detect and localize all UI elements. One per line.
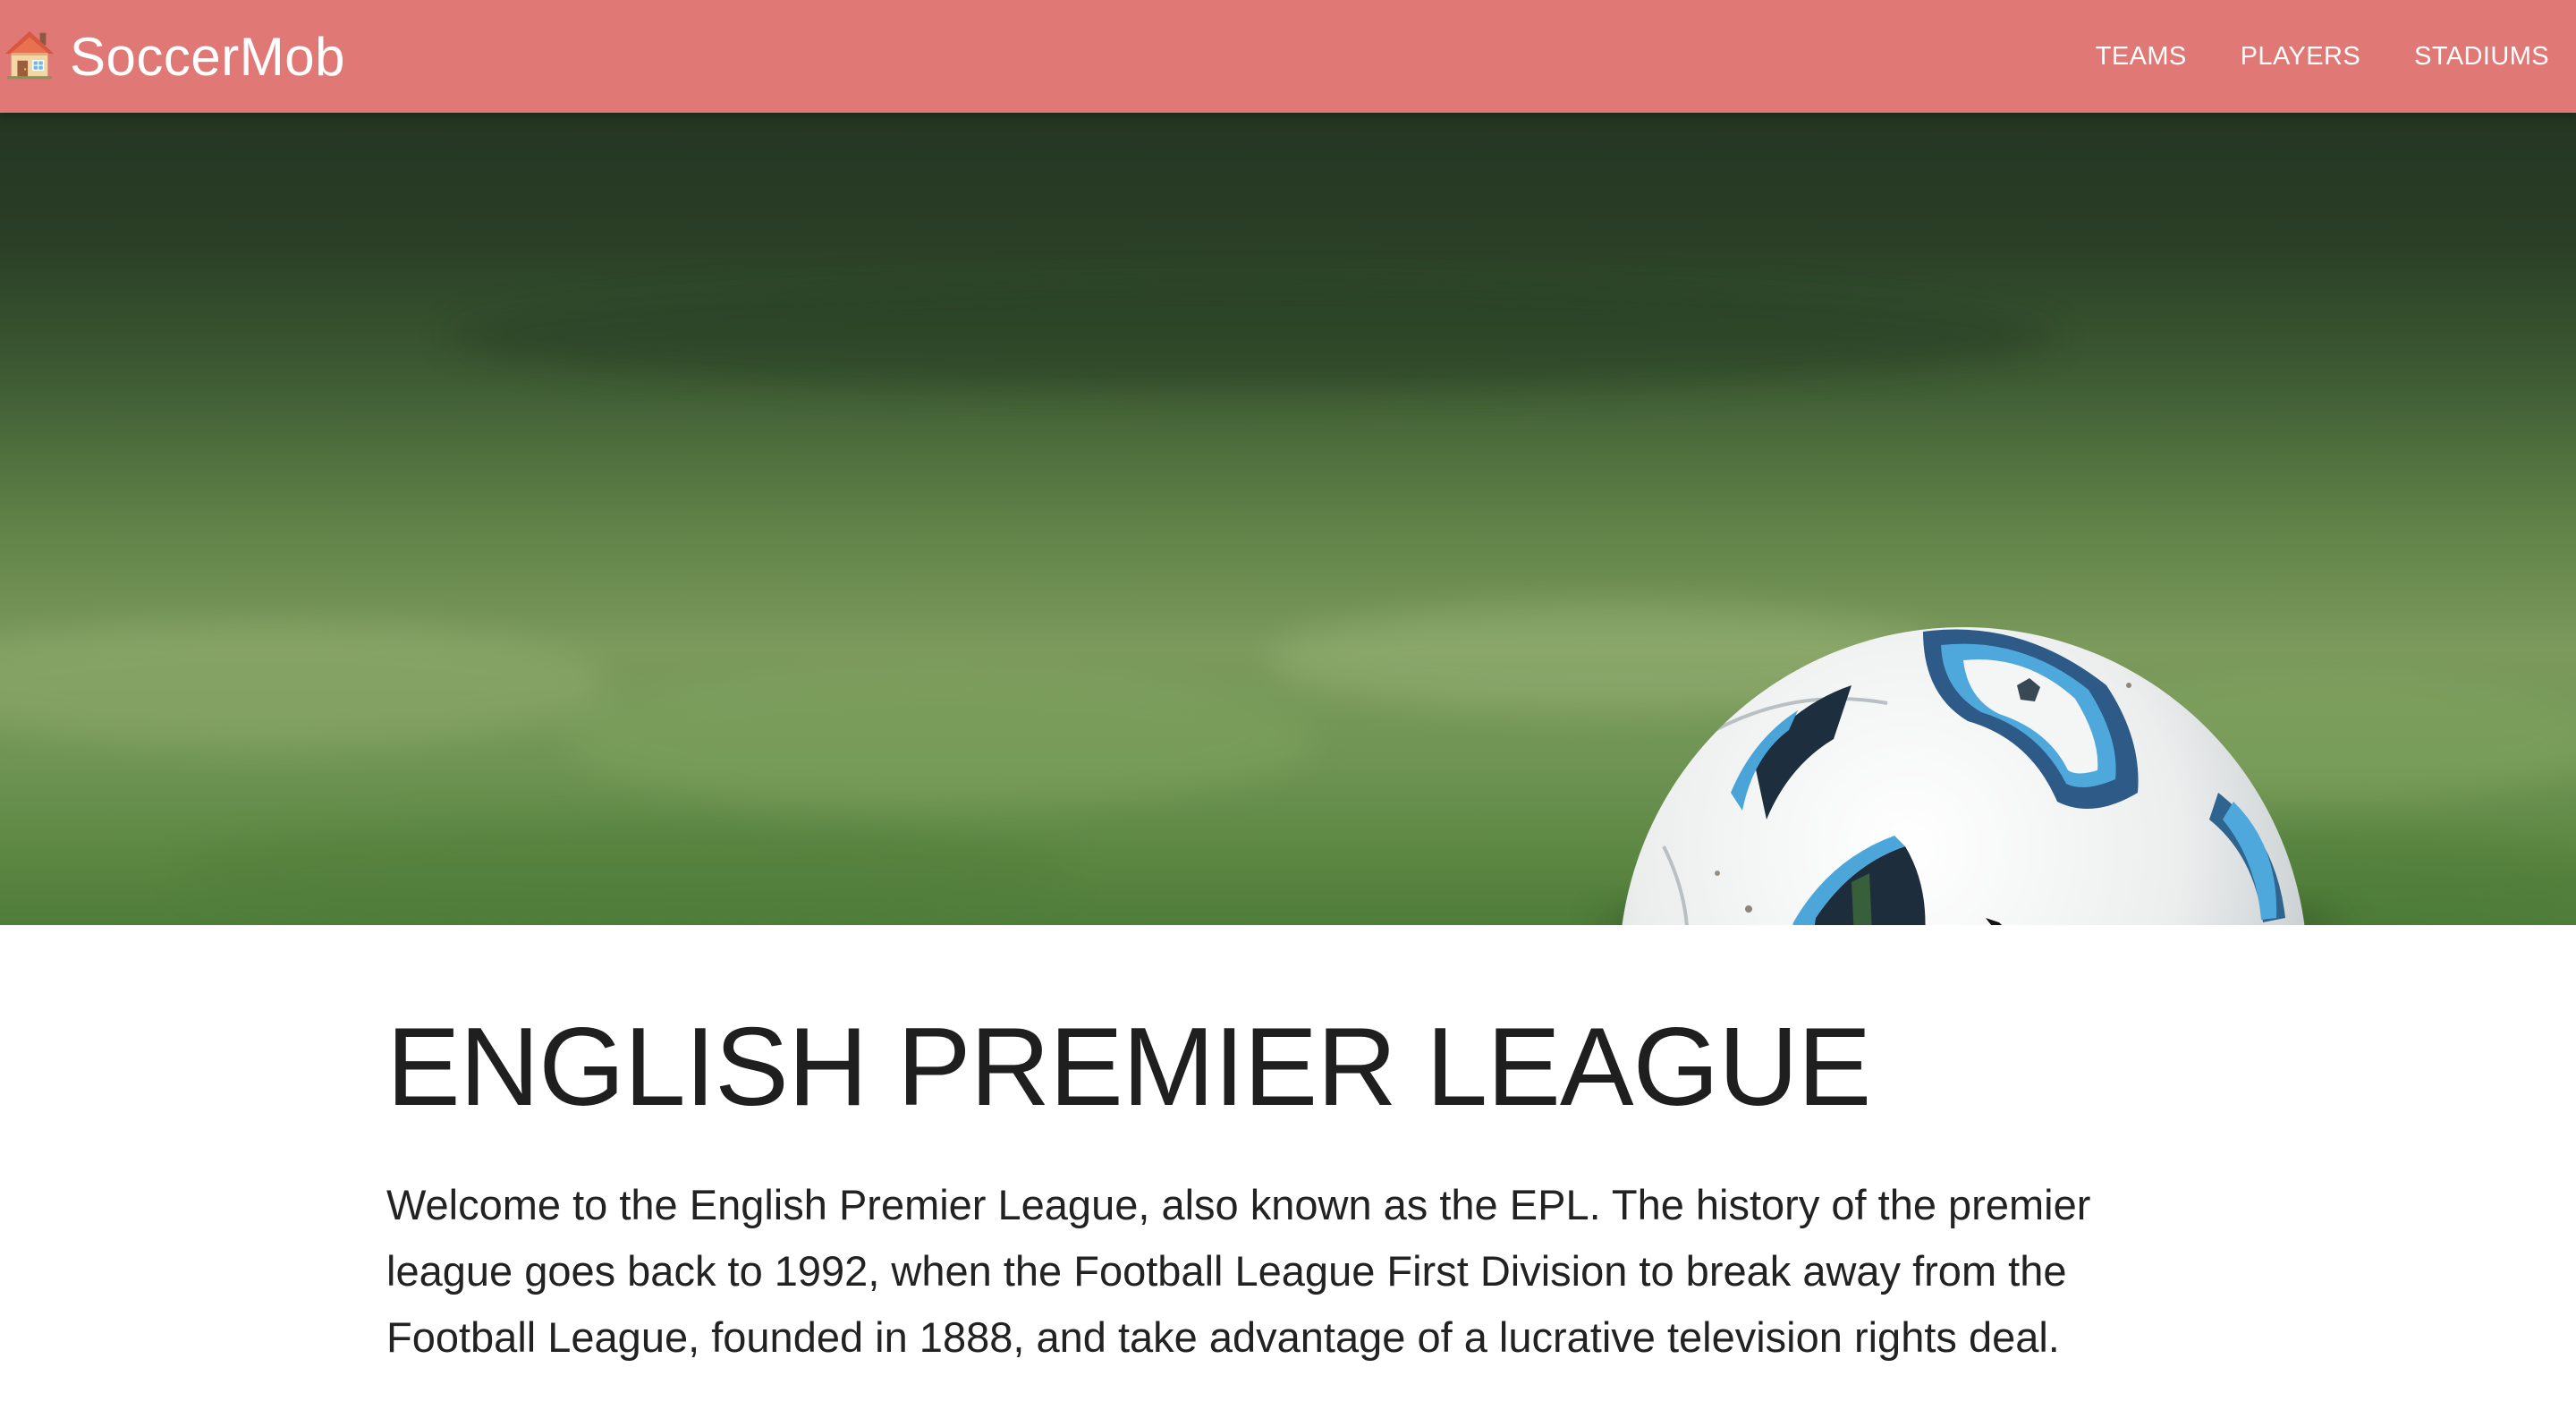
- nav-menu: TEAMS PLAYERS STADIUMS: [2042, 0, 2549, 113]
- nav-item-players: PLAYERS: [2241, 42, 2360, 72]
- hero-banner: [0, 113, 2576, 925]
- house-icon: [4, 30, 55, 80]
- soccer-ball-on-grass-image: [0, 113, 2576, 925]
- top-navbar: SoccerMob TEAMS PLAYERS STADIUMS: [0, 0, 2576, 113]
- nav-link-stadiums[interactable]: STADIUMS: [2414, 42, 2549, 71]
- brand-logo-link[interactable]: SoccerMob: [2, 0, 345, 113]
- page-title: ENGLISH PREMIER LEAGUE: [386, 1006, 1871, 1129]
- nav-link-players[interactable]: PLAYERS: [2241, 42, 2360, 71]
- nav-item-teams: TEAMS: [2096, 42, 2187, 72]
- nav-link-teams[interactable]: TEAMS: [2096, 42, 2187, 71]
- intro-paragraph: Welcome to the English Premier League, a…: [386, 1181, 2091, 1361]
- nav-item-stadiums: STADIUMS: [2414, 42, 2549, 72]
- brand-name: SoccerMob: [70, 26, 345, 87]
